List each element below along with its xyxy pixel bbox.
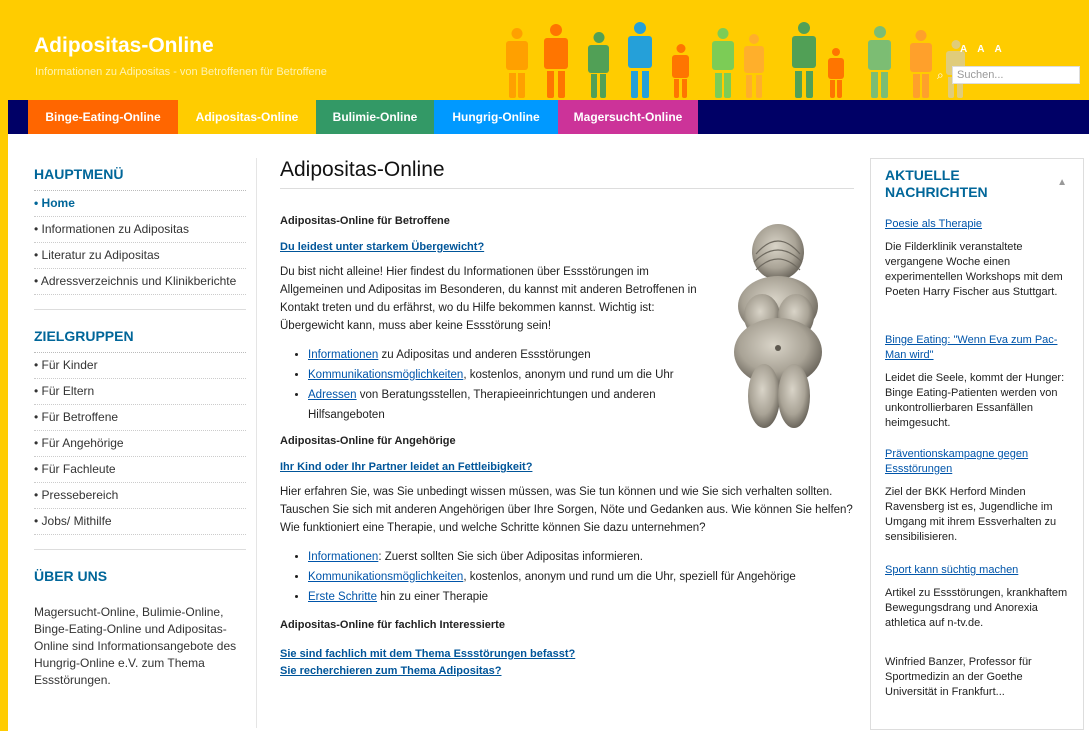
list-item: Informationen zu Adipositas und anderen …	[308, 345, 728, 365]
font-size-controls[interactable]: A A A	[960, 44, 1006, 55]
sidebar-divider	[34, 309, 246, 310]
site-header: Adipositas-Online Informationen zu Adipo…	[8, 12, 1089, 100]
menu-item-jobs[interactable]: • Jobs/ Mithilfe	[34, 509, 246, 535]
list-item: Kommunikationsmöglichkeiten, kostenlos, …	[308, 365, 728, 385]
news-link-binge-eating[interactable]: Binge Eating: "Wenn Eva zum Pac-Man wird…	[885, 334, 1057, 361]
hauptmenu-list: • Home • Informationen zu Adipositas • L…	[34, 190, 246, 295]
tab-magersucht-online[interactable]: Magersucht-Online	[558, 100, 698, 134]
left-sidebar: HAUPTMENÜ • Home • Informationen zu Adip…	[34, 166, 246, 689]
menu-item-home[interactable]: • Home	[34, 191, 246, 217]
angehoerige-list: Informationen: Zuerst sollten Sie sich ü…	[280, 547, 854, 607]
news-link-poesie[interactable]: Poesie als Therapie	[885, 218, 982, 230]
search-icon: ⌕	[937, 68, 944, 82]
collapse-icon[interactable]: ▲	[1057, 177, 1067, 188]
list-item: Kommunikationsmöglichkeiten, kostenlos, …	[308, 567, 854, 587]
ueber-uns-heading: ÜBER UNS	[34, 568, 108, 584]
link-erste-schritte[interactable]: Erste Schritte	[308, 591, 377, 603]
list-item: Informationen: Zuerst sollten Sie sich ü…	[308, 547, 854, 567]
news-heading: AKTUELLE NACHRICHTEN	[885, 167, 988, 200]
angehoerige-text: Hier erfahren Sie, was Sie unbedingt wis…	[280, 486, 853, 534]
link-fachlich-befasst[interactable]: Sie sind fachlich mit dem Thema Essstöru…	[280, 648, 575, 660]
hauptmenu-heading: HAUPTMENÜ	[34, 166, 124, 182]
list-item: Erste Schritte hin zu einer Therapie	[308, 587, 854, 607]
menu-item-informationen[interactable]: • Informationen zu Adipositas	[34, 217, 246, 243]
tab-bulimie-online[interactable]: Bulimie-Online	[316, 100, 434, 134]
news-extra-text: Winfried Banzer, Professor für Sportmedi…	[885, 656, 1032, 698]
tab-binge-eating-online[interactable]: Binge-Eating-Online	[28, 100, 178, 134]
zielgruppen-heading: ZIELGRUPPEN	[34, 328, 134, 344]
news-text: Leidet die Seele, kommt der Hunger: Bing…	[885, 372, 1065, 429]
top-navigation: Binge-Eating-Online Adipositas-Online Bu…	[8, 100, 1089, 134]
menu-item-kinder[interactable]: • Für Kinder	[34, 353, 246, 379]
column-divider	[256, 158, 257, 728]
venus-statue-image	[706, 218, 850, 446]
news-item: Poesie als Therapie Die Filderklinik ver…	[885, 217, 1071, 300]
link-kommunikation-angehoerige[interactable]: Kommunikationsmöglichkeiten	[308, 571, 463, 583]
section-heading-fachlich: Adipositas-Online für fachlich Interessi…	[280, 619, 505, 631]
menu-item-adressverzeichnis[interactable]: • Adressverzeichnis und Klinikberichte	[34, 269, 246, 295]
search-input[interactable]: Suchen...	[952, 66, 1080, 84]
link-kommunikation[interactable]: Kommunikationsmöglichkeiten	[308, 369, 463, 381]
page-title: Adipositas-Online	[280, 158, 854, 189]
news-item: Binge Eating: "Wenn Eva zum Pac-Man wird…	[885, 333, 1071, 431]
link-informationen[interactable]: Informationen	[308, 349, 378, 361]
ueber-uns-text: Magersucht-Online, Bulimie-Online, Binge…	[34, 605, 237, 687]
page: Adipositas-Online Informationen zu Adipo…	[8, 12, 1089, 731]
main-content: Adipositas-Online Adipositas-Online für …	[280, 158, 854, 679]
menu-item-betroffene[interactable]: • Für Betroffene	[34, 405, 246, 431]
tab-adipositas-online[interactable]: Adipositas-Online	[178, 100, 316, 134]
people-banner-image	[506, 20, 966, 98]
menu-item-fachleute[interactable]: • Für Fachleute	[34, 457, 246, 483]
zielgruppen-list: • Für Kinder • Für Eltern • Für Betroffe…	[34, 352, 246, 535]
link-adressen[interactable]: Adressen	[308, 389, 357, 401]
menu-item-angehoerige[interactable]: • Für Angehörige	[34, 431, 246, 457]
news-panel: AKTUELLE NACHRICHTEN ▲ Poesie als Therap…	[870, 158, 1084, 730]
link-informationen-angehoerige[interactable]: Informationen	[308, 551, 378, 563]
list-item: Adressen von Beratungsstellen, Therapiee…	[308, 385, 728, 425]
news-link-praevention[interactable]: Präventionskampagne gegen Essstörungen	[885, 448, 1028, 475]
link-starkes-uebergewicht[interactable]: Du leidest unter starkem Übergewicht?	[280, 241, 484, 253]
news-text: Artikel zu Essstörungen, krankhaftem Bew…	[885, 587, 1068, 629]
sidebar-divider	[34, 549, 246, 550]
betroffene-list: Informationen zu Adipositas und anderen …	[280, 345, 728, 425]
news-text: Ziel der BKK Herford Minden Ravensberg i…	[885, 486, 1057, 543]
news-item: Präventionskampagne gegen Essstörungen Z…	[885, 447, 1071, 545]
menu-item-literatur[interactable]: • Literatur zu Adipositas	[34, 243, 246, 269]
menu-item-eltern[interactable]: • Für Eltern	[34, 379, 246, 405]
site-title[interactable]: Adipositas-Online	[34, 34, 214, 58]
section-heading-betroffene: Adipositas-Online für Betroffene	[280, 215, 450, 227]
news-text: Die Filderklinik veranstaltete vergangen…	[885, 241, 1063, 298]
link-recherche-adipositas[interactable]: Sie recherchieren zum Thema Adipositas?	[280, 665, 502, 677]
tab-hungrig-online[interactable]: Hungrig-Online	[434, 100, 558, 134]
betroffene-text: Du bist nicht alleine! Hier findest du I…	[280, 266, 697, 332]
menu-item-pressebereich[interactable]: • Pressebereich	[34, 483, 246, 509]
news-item: Sport kann süchtig machen Artikel zu Ess…	[885, 563, 1071, 631]
link-fettleibigkeit[interactable]: Ihr Kind oder Ihr Partner leidet an Fett…	[280, 461, 532, 473]
news-link-sport[interactable]: Sport kann süchtig machen	[885, 564, 1018, 576]
site-tagline: Informationen zu Adipositas - von Betrof…	[35, 66, 327, 78]
